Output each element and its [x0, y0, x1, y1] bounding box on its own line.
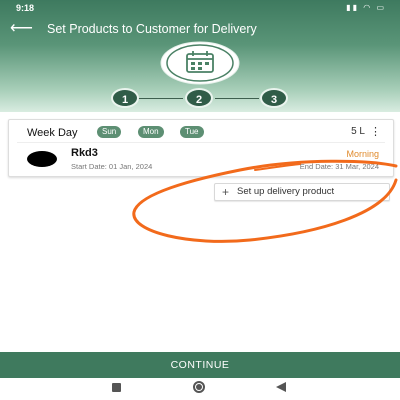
continue-button[interactable]: CONTINUE — [0, 352, 400, 378]
calendar-icon — [160, 41, 240, 85]
wifi-icon: ◠ — [363, 3, 373, 12]
card-divider — [17, 142, 385, 143]
recent-apps-icon[interactable] — [112, 383, 121, 392]
plus-icon: + — [222, 185, 230, 199]
status-time: 9:18 — [16, 3, 35, 13]
setup-delivery-product-label: Set up delivery product — [237, 186, 335, 197]
nav-back-icon[interactable] — [276, 382, 286, 392]
signal-icon: ▮▮ — [346, 3, 359, 12]
customer-avatar — [27, 151, 57, 167]
start-date: Start Date: 01 Jan, 2024 — [71, 162, 153, 171]
home-dot — [196, 384, 202, 390]
battery-icon: ▭ — [376, 3, 386, 12]
day-chip-tue: Tue — [180, 126, 204, 138]
more-options-icon[interactable]: ⋮ — [370, 125, 381, 138]
quantity-label: 5 L — [351, 126, 365, 137]
step-2[interactable]: 2 — [185, 88, 213, 108]
page-title: Set Products to Customer for Delivery — [47, 22, 257, 36]
week-day-label: Week Day — [27, 127, 78, 139]
status-bar: 9:18 ▮▮ ◠ ▭ — [0, 0, 400, 16]
day-chip-sun: Sun — [97, 126, 122, 138]
delivery-card[interactable]: Week Day Sun Mon Tue 5 L ⋮ Rkd3 Start Da… — [8, 119, 394, 177]
step-connector — [138, 98, 183, 99]
stepper: 1 2 3 — [108, 88, 294, 110]
step-1[interactable]: 1 — [111, 88, 139, 108]
status-icons: ▮▮ ◠ ▭ — [346, 3, 386, 12]
end-date: End Date: 31 Mar, 2024 — [299, 162, 379, 171]
day-chip-mon: Mon — [138, 126, 164, 138]
header: 9:18 ▮▮ ◠ ▭ ⟵ Set Products to Customer f… — [0, 0, 400, 112]
step-connector — [215, 98, 259, 99]
delivery-shift: Morning — [346, 149, 379, 159]
android-nav-bar — [0, 378, 400, 400]
step-3[interactable]: 3 — [260, 88, 288, 108]
setup-delivery-product-button[interactable]: + Set up delivery product — [214, 183, 390, 201]
back-arrow-icon[interactable]: ⟵ — [10, 20, 33, 38]
customer-name: Rkd3 — [71, 147, 98, 159]
calendar-badge — [159, 41, 240, 85]
